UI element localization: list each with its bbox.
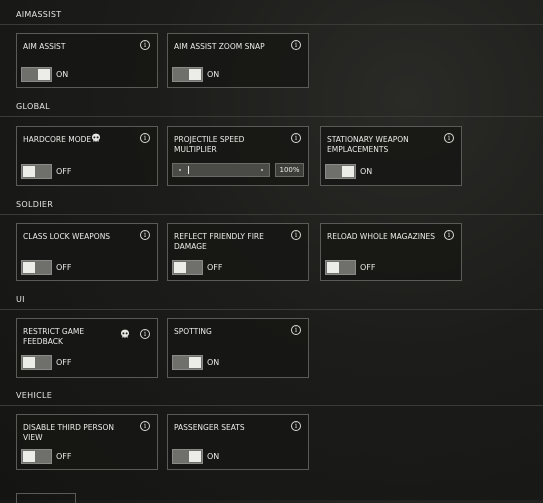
toggle-state-label: ON xyxy=(207,358,220,367)
setting-card-disable-third-person-view: DISABLE THIRD PERSON VIEW i OFF xyxy=(16,414,158,470)
section-divider xyxy=(0,116,543,117)
hardcore-mode-toggle[interactable] xyxy=(21,164,52,179)
aim-assist-zoom-snap-toggle[interactable] xyxy=(172,67,203,82)
info-icon[interactable]: i xyxy=(140,230,150,240)
restrict-game-feedback-toggle[interactable] xyxy=(21,355,52,370)
slider-tick xyxy=(261,169,263,171)
section-divider xyxy=(0,309,543,310)
info-icon[interactable]: i xyxy=(140,133,150,143)
setting-card-reload-whole-magazines: RELOAD WHOLE MAGAZINES i OFF xyxy=(320,223,462,281)
passenger-seats-toggle[interactable] xyxy=(172,449,203,464)
projectile-speed-slider[interactable] xyxy=(172,163,270,177)
class-lock-weapons-toggle[interactable] xyxy=(21,260,52,275)
info-icon[interactable]: i xyxy=(444,133,454,143)
setting-label: RESTRICT GAME FEEDBACK xyxy=(23,327,85,346)
skull-icon xyxy=(121,329,129,338)
toggle-state-label: ON xyxy=(207,452,220,461)
setting-label: AIM ASSIST xyxy=(23,42,66,51)
toggle-knob xyxy=(327,262,339,273)
setting-label: REFLECT FRIENDLY FIRE DAMAGE xyxy=(174,232,264,251)
reload-whole-magazines-toggle[interactable] xyxy=(325,260,356,275)
setting-label: CLASS LOCK WEAPONS xyxy=(23,232,111,241)
slider-tick xyxy=(179,169,181,171)
info-icon[interactable]: i xyxy=(291,230,301,240)
info-icon[interactable]: i xyxy=(291,325,301,335)
section-divider xyxy=(0,214,543,215)
toggle-knob xyxy=(189,69,201,80)
stationary-weapon-emplacements-toggle[interactable] xyxy=(325,164,356,179)
section-header-global: GLOBAL xyxy=(16,102,50,111)
skull-icon xyxy=(92,133,100,142)
toggle-state-label: OFF xyxy=(56,358,72,367)
toggle-state-label: ON xyxy=(56,70,69,79)
setting-label: HARDCORE MODE xyxy=(23,135,92,144)
spotting-toggle[interactable] xyxy=(172,355,203,370)
setting-card-spotting: SPOTTING i ON xyxy=(167,318,309,378)
toggle-knob xyxy=(174,262,186,273)
info-icon[interactable]: i xyxy=(291,40,301,50)
reflect-friendly-fire-damage-toggle[interactable] xyxy=(172,260,203,275)
toggle-knob xyxy=(23,451,35,462)
setting-card-stationary-weapon-emplacements: STATIONARY WEAPON EMPLACEMENTS i ON xyxy=(320,126,462,186)
setting-label: SPOTTING xyxy=(174,327,212,336)
toggle-state-label: OFF xyxy=(56,167,72,176)
setting-card-aim-assist: AIM ASSIST i ON xyxy=(16,33,158,88)
section-divider xyxy=(0,24,543,25)
toggle-state-label: ON xyxy=(360,167,373,176)
toggle-knob xyxy=(342,166,354,177)
toggle-knob xyxy=(23,262,35,273)
toggle-knob xyxy=(189,451,201,462)
toggle-state-label: ON xyxy=(207,70,220,79)
toggle-state-label: OFF xyxy=(360,263,376,272)
info-icon[interactable]: i xyxy=(291,421,301,431)
setting-card-passenger-seats: PASSENGER SEATS i ON xyxy=(167,414,309,470)
setting-card-hardcore-mode: HARDCORE MODE i OFF xyxy=(16,126,158,186)
setting-card-aim-assist-zoom-snap: AIM ASSIST ZOOM SNAP i ON xyxy=(167,33,309,88)
partial-button-offscreen[interactable] xyxy=(16,493,76,503)
setting-label: PROJECTILE SPEED MULTIPLIER xyxy=(174,135,245,154)
setting-card-projectile-speed-multiplier: PROJECTILE SPEED MULTIPLIER i 100% xyxy=(167,126,309,186)
info-icon[interactable]: i xyxy=(291,133,301,143)
setting-card-reflect-friendly-fire-damage: REFLECT FRIENDLY FIRE DAMAGE i OFF xyxy=(167,223,309,281)
setting-card-restrict-game-feedback: RESTRICT GAME FEEDBACK i OFF xyxy=(16,318,158,378)
section-header-vehicle: VEHICLE xyxy=(16,391,53,400)
setting-label: AIM ASSIST ZOOM SNAP xyxy=(174,42,265,51)
disable-third-person-view-toggle[interactable] xyxy=(21,449,52,464)
aim-assist-toggle[interactable] xyxy=(21,67,52,82)
section-header-soldier: SOLDIER xyxy=(16,200,54,209)
toggle-knob xyxy=(189,357,201,368)
info-icon[interactable]: i xyxy=(444,230,454,240)
section-divider xyxy=(0,405,543,406)
setting-label: RELOAD WHOLE MAGAZINES xyxy=(327,232,436,241)
toggle-knob xyxy=(23,357,35,368)
setting-label: STATIONARY WEAPON EMPLACEMENTS xyxy=(327,135,409,154)
info-icon[interactable]: i xyxy=(140,329,150,339)
toggle-state-label: OFF xyxy=(207,263,223,272)
setting-label: DISABLE THIRD PERSON VIEW xyxy=(23,423,115,442)
toggle-knob xyxy=(38,69,50,80)
projectile-speed-value-input[interactable]: 100% xyxy=(275,163,304,177)
toggle-state-label: OFF xyxy=(56,452,72,461)
toggle-state-label: OFF xyxy=(56,263,72,272)
section-header-aimassist: AIMASSIST xyxy=(16,10,62,19)
slider-thumb[interactable] xyxy=(188,166,189,174)
setting-card-class-lock-weapons: CLASS LOCK WEAPONS i OFF xyxy=(16,223,158,281)
info-icon[interactable]: i xyxy=(140,40,150,50)
section-header-ui: UI xyxy=(16,295,25,304)
setting-label: PASSENGER SEATS xyxy=(174,423,245,432)
toggle-knob xyxy=(23,166,35,177)
info-icon[interactable]: i xyxy=(140,421,150,431)
